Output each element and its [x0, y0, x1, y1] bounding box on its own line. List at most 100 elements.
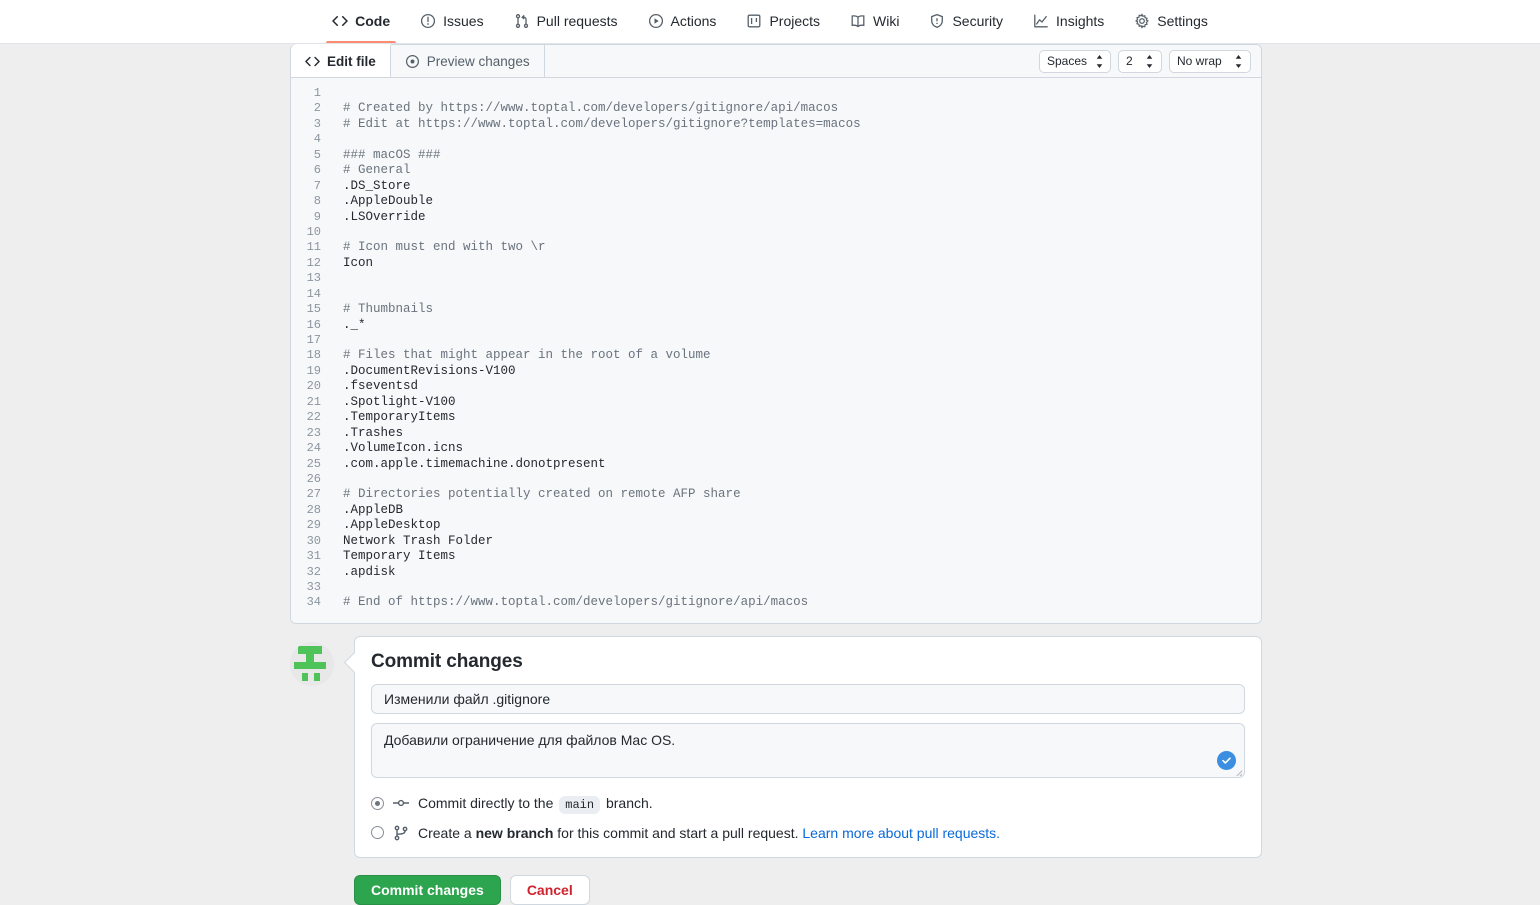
line-content: .AppleDB — [343, 502, 404, 517]
nav-item-issues[interactable]: Issues — [406, 0, 497, 43]
code-line: 9 .LSOverride — [291, 210, 1261, 225]
line-number: 29 — [306, 518, 321, 533]
tab-preview-changes-label: Preview changes — [426, 53, 530, 69]
tab-edit-file[interactable]: Edit file — [291, 44, 391, 77]
line-content: Icon — [343, 255, 374, 270]
opt-direct-pre: Commit directly to the — [418, 794, 554, 811]
nav-item-label: Pull requests — [536, 13, 618, 29]
line-number: 3 — [313, 116, 321, 131]
opt-branch-bold: new branch — [475, 824, 554, 841]
line-content: .VolumeIcon.icns — [343, 441, 464, 456]
commit-option-new-branch[interactable]: Create a new branch for this commit and … — [371, 825, 1245, 841]
line-content: ### macOS ### — [343, 147, 441, 162]
commit-option-direct[interactable]: Commit directly to the main branch. — [371, 794, 1245, 814]
wrap-mode-value: No wrap — [1177, 54, 1222, 68]
indent-size-select[interactable]: 2 — [1118, 49, 1162, 73]
commit-option-new-branch-text: Create a new branch for this commit and … — [418, 825, 1000, 841]
indent-mode-select[interactable]: Spaces — [1039, 49, 1111, 73]
code-line: 12 Icon — [291, 256, 1261, 271]
line-number: 27 — [306, 487, 321, 502]
nav-item-settings[interactable]: Settings — [1120, 0, 1222, 43]
line-number: 7 — [313, 178, 321, 193]
line-content: # Files that might appear in the root of… — [343, 348, 711, 363]
line-content: .Trashes — [343, 425, 404, 440]
git-pull-request-icon — [514, 13, 530, 29]
code-line: 20 .fseventsd — [291, 379, 1261, 394]
line-number: 23 — [306, 425, 321, 440]
nav-item-pull-requests[interactable]: Pull requests — [500, 0, 632, 43]
line-content: .DocumentRevisions-V100 — [343, 363, 516, 378]
line-content: .apdisk — [343, 564, 396, 579]
nav-item-label: Projects — [769, 13, 821, 29]
line-number: 8 — [313, 194, 321, 209]
line-content: .AppleDesktop — [343, 518, 441, 533]
code-line: 21 .Spotlight-V100 — [291, 395, 1261, 410]
book-icon — [850, 13, 866, 29]
gear-icon — [1134, 13, 1150, 29]
graph-icon — [1033, 13, 1049, 29]
nav-item-wiki[interactable]: Wiki — [836, 0, 913, 43]
code-line: 25 .com.apple.timemachine.donotpresent — [291, 457, 1261, 472]
line-content: ._* — [343, 317, 366, 332]
nav-item-label: Issues — [443, 13, 484, 29]
line-number: 31 — [306, 549, 321, 564]
code-line: 30 Network Trash Folder — [291, 534, 1261, 549]
commit-changes-button[interactable]: Commit changes — [354, 874, 501, 905]
code-icon — [332, 13, 348, 29]
radio-create-new-branch[interactable] — [371, 826, 384, 840]
user-avatar-identicon — [290, 641, 334, 686]
opt-branch-post: for this commit and start a pull request… — [557, 824, 799, 841]
nav-item-insights[interactable]: Insights — [1019, 0, 1118, 43]
commit-heading: Commit changes — [371, 650, 523, 672]
commit-message-input[interactable] — [371, 683, 1245, 714]
code-line: 15 # Thumbnails — [291, 302, 1261, 317]
nav-item-label: Code — [355, 13, 391, 29]
line-number: 30 — [306, 533, 321, 548]
resize-grip-icon[interactable] — [1231, 765, 1243, 777]
line-number: 14 — [306, 286, 321, 301]
code-line: 3 # Edit at https://www.toptal.com/develo… — [291, 117, 1261, 132]
git-commit-icon — [393, 795, 409, 811]
line-number: 10 — [306, 224, 321, 239]
code-line: 28 .AppleDB — [291, 503, 1261, 518]
nav-item-label: Actions — [670, 13, 717, 29]
shield-icon — [929, 13, 945, 29]
code-line: 13 — [291, 271, 1261, 286]
code-editor[interactable]: 1 2 # Created by https://www.toptal.com/de… — [291, 78, 1261, 623]
line-number: 28 — [306, 502, 321, 517]
cancel-button[interactable]: Cancel — [509, 874, 590, 905]
tab-preview-changes[interactable]: Preview changes — [391, 45, 545, 77]
line-number: 1 — [313, 86, 321, 100]
nav-item-code[interactable]: Code — [318, 0, 404, 43]
nav-item-label: Security — [952, 13, 1004, 29]
line-number: 33 — [306, 580, 321, 594]
play-icon — [648, 13, 664, 29]
commit-description-textarea[interactable]: Добавили ограничение для файлов Mac OS. — [371, 722, 1245, 778]
nav-item-actions[interactable]: Actions — [634, 0, 731, 43]
code-line: 23 .Trashes — [291, 426, 1261, 441]
line-number: 22 — [306, 410, 321, 425]
pull-requests-help-link[interactable]: Learn more about pull requests. — [802, 825, 1000, 841]
issue-opened-icon — [420, 13, 436, 29]
wrap-mode-select[interactable]: No wrap — [1169, 49, 1251, 73]
line-number: 19 — [306, 363, 321, 378]
line-content — [329, 132, 343, 147]
line-number: 15 — [306, 302, 321, 317]
line-content — [329, 271, 343, 286]
radio-commit-directly[interactable] — [371, 796, 384, 810]
nav-item-security[interactable]: Security — [915, 0, 1017, 43]
nav-item-label: Settings — [1157, 13, 1208, 29]
line-content — [329, 86, 343, 101]
code-line: 17 — [291, 333, 1261, 348]
tab-edit-file-label: Edit file — [327, 54, 376, 69]
line-content: .fseventsd — [343, 379, 419, 394]
line-number: 17 — [306, 333, 321, 347]
nav-item-projects[interactable]: Projects — [732, 0, 834, 43]
file-editor-card: Edit file Preview changes Spaces 2 No wr… — [290, 44, 1262, 624]
code-line: 22 .TemporaryItems — [291, 410, 1261, 425]
line-number: 9 — [313, 209, 321, 224]
line-content: Network Trash Folder — [343, 533, 494, 548]
line-content: .TemporaryItems — [343, 410, 456, 425]
line-content: # Created by https://www.toptal.com/deve… — [343, 101, 839, 116]
editor-settings-group: Spaces 2 No wrap — [1039, 45, 1261, 77]
